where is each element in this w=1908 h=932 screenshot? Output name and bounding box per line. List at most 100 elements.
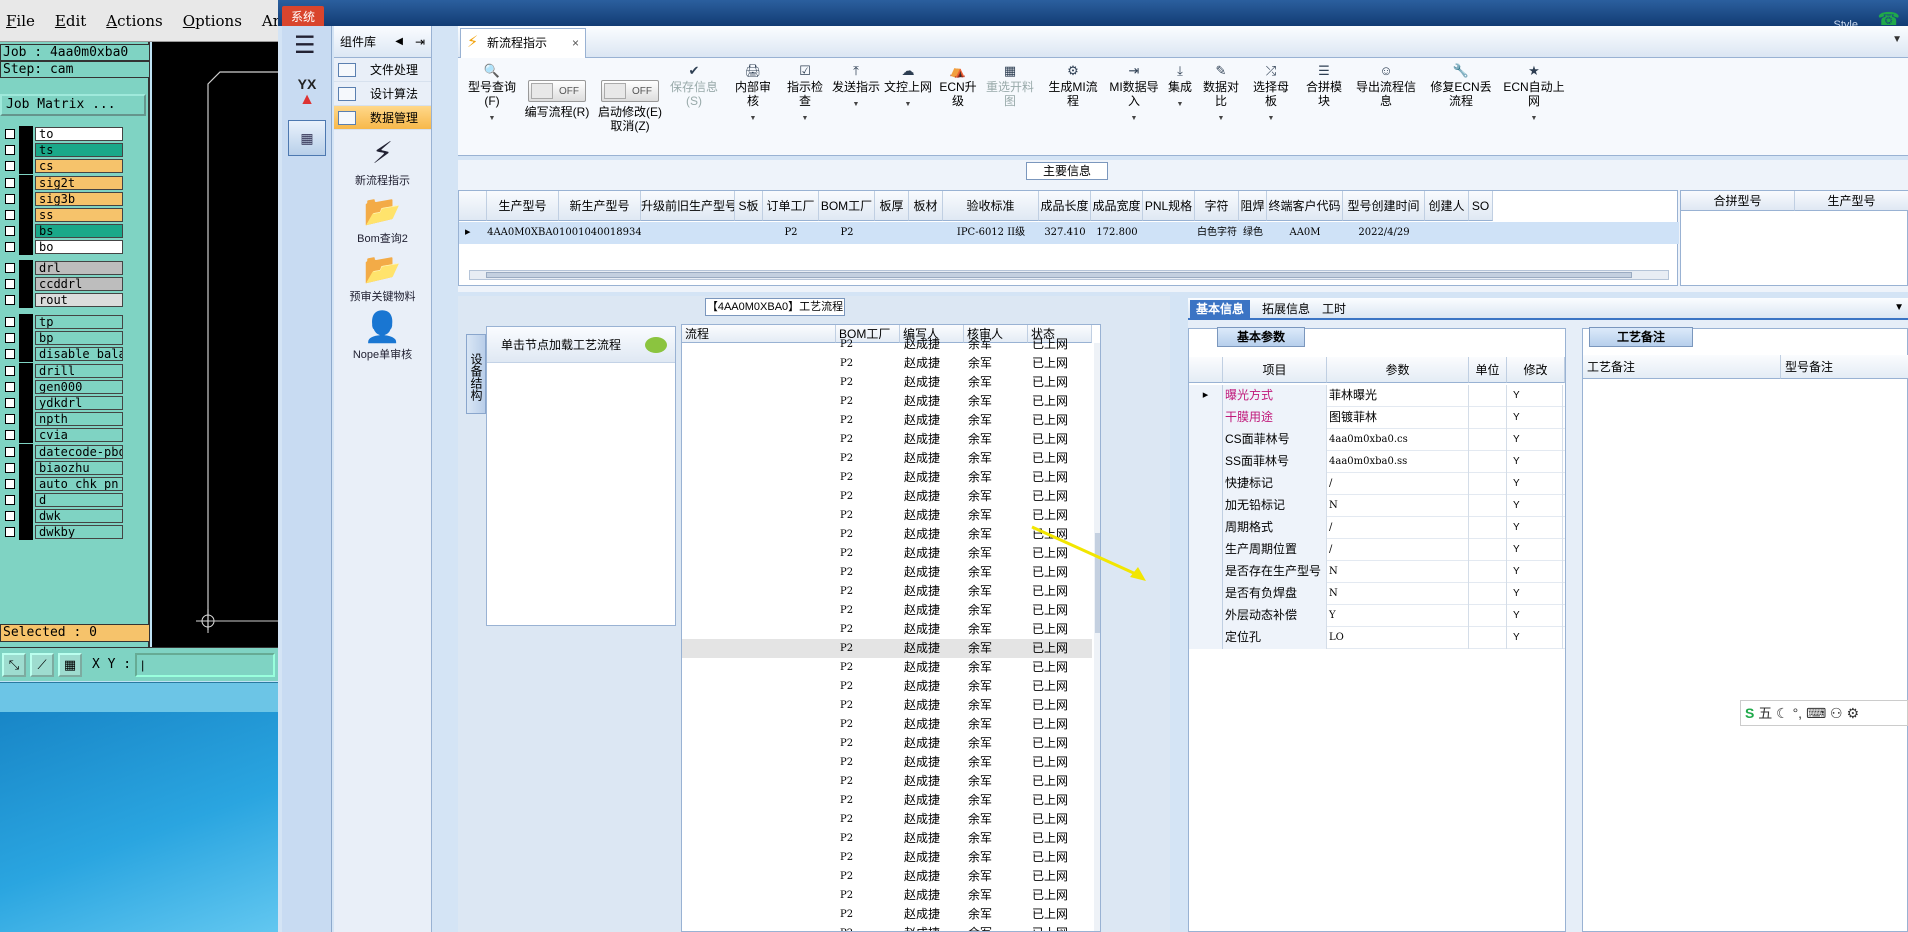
main-info-cell[interactable] [1469,223,1493,243]
tab-dropdown-icon[interactable]: ▼ [1892,34,1902,45]
param-col-header[interactable]: 参数 [1327,357,1469,383]
dropdown-caret-icon[interactable]: ▼ [730,112,776,126]
main-info-col[interactable]: 升级前旧生产型号 [641,191,735,221]
tree-row[interactable]: 碱性蚀刻P2赵成捷余军已上网 [682,753,1092,772]
layer-checkbox[interactable] [5,478,15,489]
layer-checkbox[interactable] [5,242,15,253]
tree-row[interactable]: 阻焊塞孔P2赵成捷余军已上网 [682,867,1092,886]
main-info-cell[interactable]: 172.800 [1091,223,1143,243]
param-row[interactable]: 生产周期位置 / Y [1189,539,1565,561]
measure-icon[interactable]: ⟋ [30,652,54,677]
layer-row[interactable]: dwk [3,508,123,525]
toolbar-button[interactable]: ⤒ 发送指示 ▼ [832,62,880,112]
layer-checkbox[interactable] [5,430,15,441]
dropdown-caret-icon[interactable]: ▼ [1200,112,1242,126]
main-info-col[interactable]: 终端客户代码 [1267,191,1343,221]
dropdown-caret-icon[interactable]: ▼ [884,98,932,112]
main-info-col[interactable]: 生产型号 [487,191,559,221]
layer-row[interactable]: to [3,126,123,142]
layer-checkbox[interactable] [5,161,15,172]
param-modify[interactable]: Y [1507,605,1563,627]
layer-row[interactable]: cs [3,158,123,175]
tree-row[interactable]: 丝印P2赵成捷余军已上网 [682,886,1092,905]
toolbar-button[interactable]: ⤓ 集成 ▼ [1166,62,1194,112]
tree-row[interactable]: 沉铜P2赵成捷余军已上网 [682,525,1092,544]
tree-row[interactable]: 板镀P2赵成捷余军已上网 [682,563,1092,582]
main-info-col[interactable]: SO [1469,191,1493,221]
tree-row[interactable]: 铣边P2赵成捷余军已上网 [682,373,1092,392]
layer-checkbox[interactable] [5,279,15,290]
menu-file[interactable]: File [6,12,35,30]
dropdown-caret-icon[interactable]: ▼ [1248,112,1294,126]
layer-row[interactable]: datecode-pbo [3,443,123,460]
tool-item[interactable]: ⚡ 新流程指示 [334,136,431,188]
layer-checkbox[interactable] [5,317,15,327]
param-col-header[interactable]: 单位 [1469,357,1507,383]
layer-row[interactable]: auto_chk_pn [3,475,123,492]
layer-checkbox[interactable] [5,365,15,376]
main-info-col[interactable]: 成品宽度 [1091,191,1143,221]
param-modify[interactable]: Y [1507,495,1563,517]
param-modify[interactable]: Y [1507,517,1563,539]
menu-options[interactable]: Options [183,12,242,30]
param-row[interactable]: 是否存在生产型号 N Y [1189,561,1565,583]
toolbar-button[interactable]: ☁ 文控上网 ▼ [884,62,932,112]
grid-icon[interactable]: ▦ [58,652,82,677]
tree-row[interactable]: 打字唛P2赵成捷余军已上网 [682,392,1092,411]
layer-checkbox[interactable] [5,177,15,188]
main-info-col[interactable]: 成品长度 [1039,191,1091,221]
toolbar-button[interactable]: ⛺ ECN升级 [938,62,978,108]
main-info-cell[interactable]: 绿色 [1239,223,1267,243]
layer-name[interactable]: drl [35,261,123,275]
dropdown-caret-icon[interactable]: ▼ [1166,98,1194,112]
layer-name[interactable]: bo [35,240,123,255]
main-info-cell[interactable]: 10010400189342 [559,223,641,243]
tree-row[interactable]: 钻孔P2赵成捷余军已上网 [682,468,1092,487]
tree-row[interactable]: −电镀P2赵成捷余军已上网 [682,544,1092,563]
comp-item-data[interactable]: 数据管理 [334,106,431,130]
node-hint-header[interactable]: 单击节点加载工艺流程 [487,327,675,363]
layer-row[interactable]: dwkby [3,524,123,541]
layer-name[interactable]: tp [35,315,123,329]
main-info-cell[interactable] [735,223,763,243]
toolbar-button[interactable]: OFF 编写流程(R) [524,78,590,119]
tree-row[interactable]: 退锡P2赵成捷余军已上网 [682,772,1092,791]
close-tab-icon[interactable]: × [572,29,579,57]
tree-row[interactable]: 外层AOI1P2赵成捷余军已上网 [682,810,1092,829]
toggle-switch[interactable]: OFF [601,80,659,102]
param-row[interactable]: 周期格式 / Y [1189,517,1565,539]
layer-name[interactable]: ccddrl [35,277,123,292]
toolbar-button[interactable]: ✔ 保存信息(S) [664,62,724,108]
toolbar-button[interactable]: ⚙ 生成MI流程 [1046,62,1100,108]
dropdown-caret-icon[interactable]: ▼ [1106,112,1162,126]
layer-checkbox[interactable] [5,333,15,344]
param-modify[interactable]: Y [1507,429,1563,451]
layer-row[interactable]: drl [3,260,123,276]
vtab-equipment[interactable]: 设备结构 [466,334,486,414]
layer-row[interactable]: d [3,492,123,509]
layer-checkbox[interactable] [5,446,15,457]
dropdown-caret-icon[interactable]: ▼ [462,112,522,126]
layer-checkbox[interactable] [5,295,15,306]
main-info-cell[interactable] [1143,223,1195,243]
main-info-col[interactable]: 验收标准 [943,191,1039,221]
layer-checkbox[interactable] [5,129,15,139]
layer-checkbox[interactable] [5,414,15,425]
comp-item-file[interactable]: 文件处理 [334,58,431,82]
comp-item-design[interactable]: 设计算法 [334,82,431,106]
param-modify[interactable]: Y [1507,561,1563,583]
main-info-hscroll[interactable] [469,270,1669,280]
toolbar-button[interactable]: ☰ 合拼模块 [1302,62,1346,108]
dropdown-caret-icon[interactable]: ▼ [832,98,880,112]
tool-item[interactable]: 📂 Bom查询2 [334,194,431,246]
param-row[interactable]: 干膜用途 图镀菲林 Y [1189,407,1565,429]
layer-checkbox[interactable] [5,397,15,408]
toolbar-button[interactable]: ★ ECN自动上网 ▼ [1502,62,1566,126]
detail-dropdown-icon[interactable]: ▼ [1894,302,1904,313]
main-info-cell[interactable]: 2022/4/29 [1343,223,1425,243]
main-info-col[interactable]: 板厚 [875,191,909,221]
toolbar-button[interactable]: ▦ 重选开料图 [982,62,1038,108]
layer-name[interactable]: drill [35,363,123,378]
layer-row[interactable]: ts [3,142,123,159]
menu-edit[interactable]: Edit [55,12,86,30]
